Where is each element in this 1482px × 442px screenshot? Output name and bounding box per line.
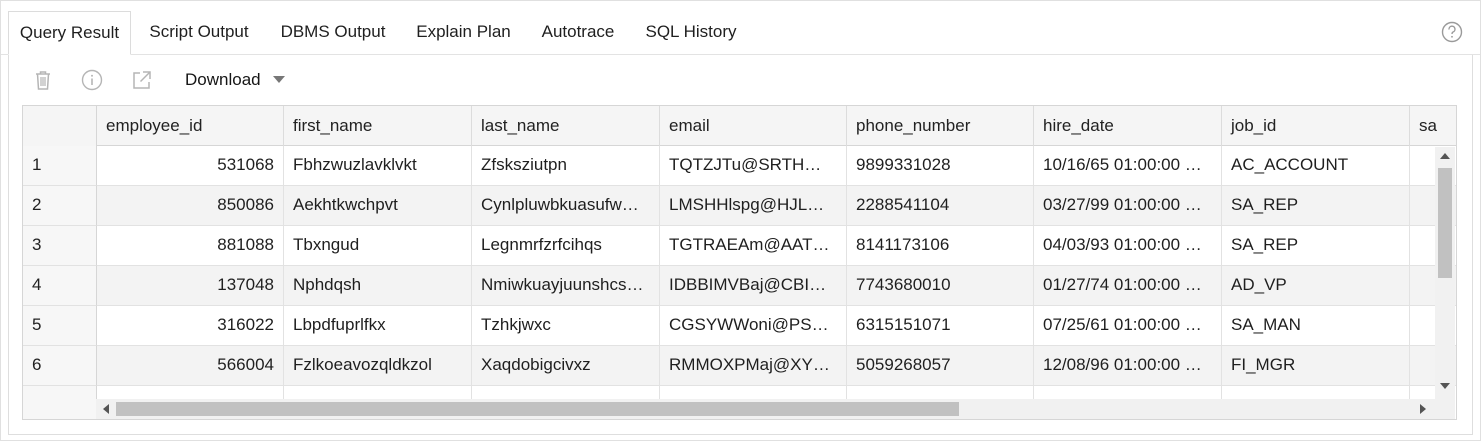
horizontal-scroll-thumb[interactable] — [116, 402, 959, 416]
row-number[interactable]: 4 — [23, 266, 97, 306]
phone-number-cell[interactable]: 2288541104 — [847, 186, 1034, 226]
employee-id-cell[interactable]: 881088 — [97, 226, 284, 266]
email-cell[interactable]: LMSHHlspg@HJL… — [660, 186, 847, 226]
col-header-first-name[interactable]: first_name — [284, 106, 472, 146]
phone-number-cell[interactable]: 6315151071 — [847, 306, 1034, 346]
hire-date-cell[interactable]: 07/25/61 01:00:00 … — [1034, 306, 1222, 346]
job-id-cell[interactable]: FI_MGR — [1222, 346, 1410, 386]
vertical-scroll-thumb[interactable] — [1438, 168, 1452, 278]
scroll-up-icon[interactable] — [1440, 153, 1450, 159]
scroll-left-icon[interactable] — [103, 404, 109, 414]
row-number[interactable]: 3 — [23, 226, 97, 266]
row-number[interactable]: 2 — [23, 186, 97, 226]
email-cell[interactable]: TGTRAEAm@AAT… — [660, 226, 847, 266]
phone-number-cell[interactable]: 5059268057 — [847, 346, 1034, 386]
employee-id-cell[interactable]: 850086 — [97, 186, 284, 226]
download-menu-button[interactable]: Download — [185, 69, 285, 91]
scroll-down-icon[interactable] — [1440, 383, 1450, 389]
first-name-cell[interactable]: Aekhtkwchpvt — [284, 186, 472, 226]
scrollbar-corner — [1435, 399, 1455, 419]
col-header-job-id[interactable]: job_id — [1222, 106, 1410, 146]
hire-date-cell[interactable]: 12/08/96 01:00:00 … — [1034, 346, 1222, 386]
horizontal-scrollbar[interactable] — [96, 399, 1435, 419]
phone-number-cell[interactable]: 7743680010 — [847, 266, 1034, 306]
table-row[interactable]: 1 531068 Fbhzwuzlavklvkt Zfsksziutpn TQTZJTu… — [23, 146, 1456, 186]
last-name-cell[interactable]: Legnmrfzrfcihqs — [472, 226, 660, 266]
col-header-last-name[interactable]: last_name — [472, 106, 660, 146]
email-cell[interactable]: TQTZJTu@SRTH… — [660, 146, 847, 186]
email-cell[interactable]: IDBBIMVBaj@CBI… — [660, 266, 847, 306]
employee-id-cell[interactable]: 137048 — [97, 266, 284, 306]
grid-header: employee_id first_name last_name email p… — [23, 106, 1456, 146]
open-external-icon[interactable] — [131, 69, 153, 91]
row-number[interactable]: 1 — [23, 146, 97, 186]
tab-sql-history[interactable]: SQL History — [636, 11, 746, 55]
col-header-employee-id[interactable]: employee_id — [97, 106, 284, 146]
email-cell[interactable]: CGSYWWoni@PS… — [660, 306, 847, 346]
tab-explain-plan[interactable]: Explain Plan — [407, 11, 520, 55]
vertical-scrollbar[interactable] — [1435, 147, 1455, 399]
col-header-salary[interactable]: sa — [1410, 106, 1456, 146]
download-label: Download — [185, 70, 261, 89]
hire-date-cell[interactable]: 10/16/65 01:00:00 … — [1034, 146, 1222, 186]
first-name-cell[interactable]: Fbhzwuzlavklvkt — [284, 146, 472, 186]
first-name-cell[interactable]: Lbpdfuprlfkx — [284, 306, 472, 346]
tab-dbms-output[interactable]: DBMS Output — [271, 11, 395, 55]
table-row[interactable]: 4 137048 Nphdqsh Nmiwkuayjuunshcs… IDBBIMVBa… — [23, 266, 1456, 306]
job-id-cell[interactable]: SA_REP — [1222, 186, 1410, 226]
tab-autotrace[interactable]: Autotrace — [533, 11, 623, 55]
employee-id-cell[interactable]: 566004 — [97, 346, 284, 386]
phone-number-cell[interactable]: 9899331028 — [847, 146, 1034, 186]
hire-date-cell[interactable]: 04/03/93 01:00:00 … — [1034, 226, 1222, 266]
first-name-cell[interactable]: Fzlkoeavozqldkzol — [284, 346, 472, 386]
query-result-window: Query Result Script Output DBMS Output E… — [0, 0, 1481, 441]
row-number[interactable]: 6 — [23, 346, 97, 386]
job-id-cell[interactable]: AC_ACCOUNT — [1222, 146, 1410, 186]
scroll-right-icon[interactable] — [1420, 404, 1426, 414]
tab-query-result[interactable]: Query Result — [8, 11, 131, 55]
employee-id-cell[interactable]: 531068 — [97, 146, 284, 186]
hire-date-cell[interactable]: 01/27/74 01:00:00 … — [1034, 266, 1222, 306]
trash-icon[interactable] — [32, 69, 54, 91]
hire-date-cell[interactable]: 03/27/99 01:00:00 … — [1034, 186, 1222, 226]
row-number[interactable]: 5 — [23, 306, 97, 346]
info-icon[interactable] — [81, 69, 103, 91]
job-id-cell[interactable]: SA_REP — [1222, 226, 1410, 266]
employee-id-cell[interactable]: 316022 — [97, 306, 284, 346]
help-icon[interactable] — [1441, 21, 1463, 43]
last-name-cell[interactable]: Zfsksziutpn — [472, 146, 660, 186]
tab-script-output[interactable]: Script Output — [139, 11, 259, 55]
first-name-cell[interactable]: Nphdqsh — [284, 266, 472, 306]
table-row[interactable]: 3 881088 Tbxngud Legnmrfzrfcihqs TGTRAEAm@AA… — [23, 226, 1456, 266]
row-number[interactable] — [23, 386, 97, 419]
chevron-down-icon — [273, 76, 285, 83]
last-name-cell[interactable]: Xaqdobigcivxz — [472, 346, 660, 386]
table-row[interactable]: 5 316022 Lbpdfuprlfkx Tzhkjwxc CGSYWWoni@PS…… — [23, 306, 1456, 346]
col-header-phone-number[interactable]: phone_number — [847, 106, 1034, 146]
col-header-hire-date[interactable]: hire_date — [1034, 106, 1222, 146]
email-cell[interactable]: RMMOXPMaj@XY… — [660, 346, 847, 386]
phone-number-cell[interactable]: 8141173106 — [847, 226, 1034, 266]
job-id-cell[interactable]: AD_VP — [1222, 266, 1410, 306]
table-row[interactable]: 2 850086 Aekhtkwchpvt Cynlpluwbkuasufw… LMSH… — [23, 186, 1456, 226]
first-name-cell[interactable]: Tbxngud — [284, 226, 472, 266]
job-id-cell[interactable]: SA_MAN — [1222, 306, 1410, 346]
last-name-cell[interactable]: Tzhkjwxc — [472, 306, 660, 346]
row-number-header — [23, 106, 97, 146]
last-name-cell[interactable]: Cynlpluwbkuasufw… — [472, 186, 660, 226]
results-grid: employee_id first_name last_name email p… — [22, 105, 1457, 420]
table-row[interactable]: 6 566004 Fzlkoeavozqldkzol Xaqdobigcivxz RMM… — [23, 346, 1456, 386]
col-header-email[interactable]: email — [660, 106, 847, 146]
last-name-cell[interactable]: Nmiwkuayjuunshcs… — [472, 266, 660, 306]
tab-bar: Query Result Script Output DBMS Output E… — [1, 1, 1480, 55]
